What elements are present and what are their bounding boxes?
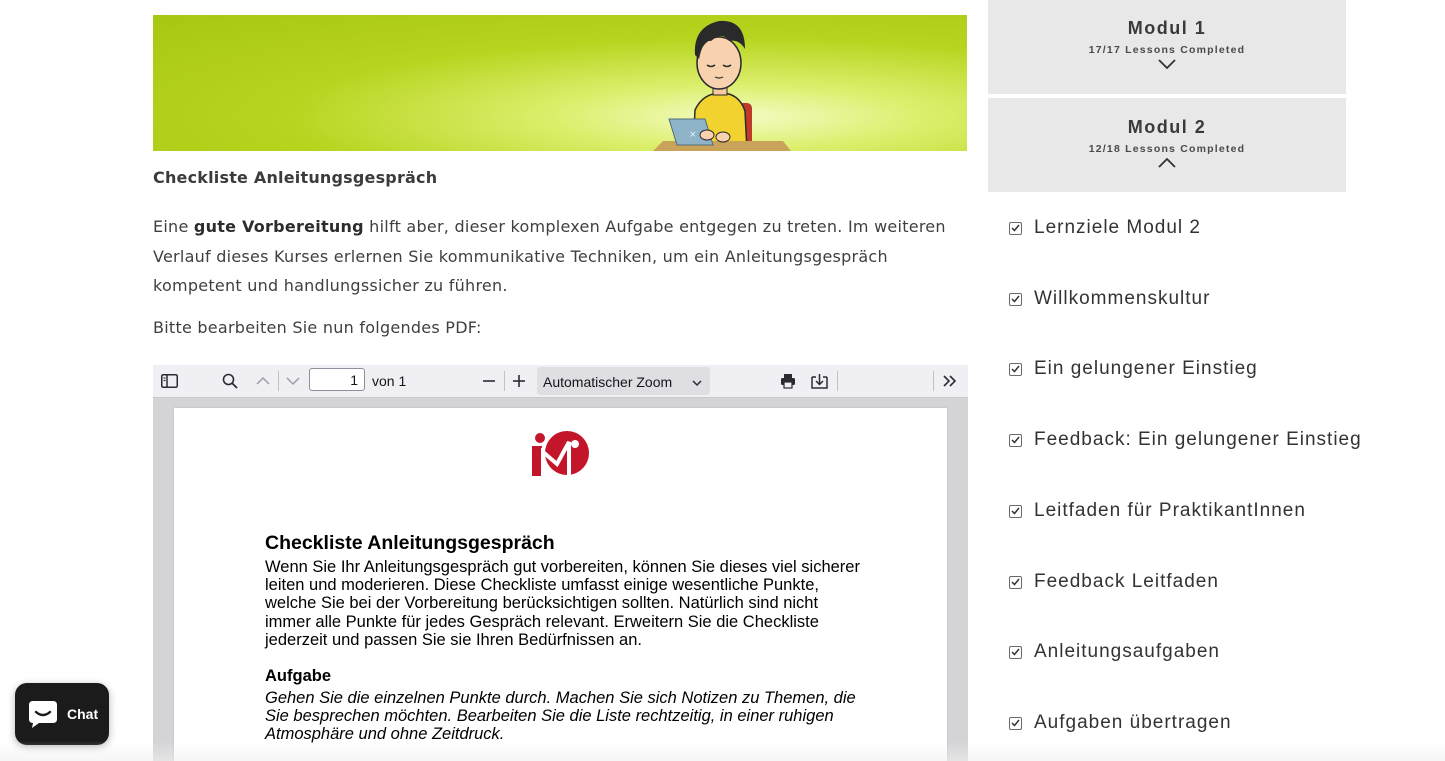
chat-bubble-icon bbox=[29, 701, 57, 728]
next-page-icon[interactable] bbox=[283, 371, 303, 391]
lesson-label: Willkommenskultur bbox=[1034, 288, 1211, 309]
checkmark-icon bbox=[1009, 221, 1022, 235]
checkmark-icon bbox=[1009, 716, 1022, 730]
lesson-item[interactable]: Feedback: Ein gelungener Einstieg bbox=[1009, 428, 1362, 452]
lesson-label: Ein gelungener Einstieg bbox=[1034, 358, 1258, 379]
lesson-label: Leitfaden für PraktikantInnen bbox=[1034, 500, 1306, 521]
module-title: Modul 2 bbox=[1127, 117, 1207, 137]
zoom-select[interactable]: Automatischer Zoom bbox=[537, 367, 710, 395]
checkmark-icon bbox=[1009, 433, 1022, 447]
lesson-label: Anleitungsaufgaben bbox=[1034, 641, 1220, 662]
lesson-item[interactable]: Willkommenskultur bbox=[1009, 287, 1210, 311]
page-total: von 1 bbox=[372, 373, 407, 389]
search-icon[interactable] bbox=[220, 371, 240, 391]
lesson-item[interactable]: Lernziele Modul 2 bbox=[1009, 216, 1201, 240]
toolbar-divider bbox=[278, 371, 279, 391]
pdf-title: Checkliste Anleitungsgespräch bbox=[265, 532, 555, 554]
module-2-panel[interactable]: Modul 2 12/18 Lessons Completed bbox=[988, 98, 1346, 192]
pdf-task-text: Gehen Sie die einzelnen Punkte durch. Ma… bbox=[265, 689, 856, 744]
module-1-panel[interactable]: Modul 1 17/17 Lessons Completed bbox=[988, 0, 1346, 94]
article-heading: Checkliste Anleitungsgespräch bbox=[153, 168, 438, 187]
lesson-label: Feedback Leitfaden bbox=[1034, 571, 1219, 592]
sidebar-toggle-icon[interactable] bbox=[159, 371, 179, 391]
pdf-toolbar: von 1 Automatischer Zoom bbox=[153, 365, 968, 398]
chevron-down-icon bbox=[692, 374, 702, 390]
chevron-up-icon[interactable] bbox=[1158, 158, 1176, 168]
pdf-intro-text: Wenn Sie Ihr Anleitungsgespräch gut vorb… bbox=[265, 558, 860, 649]
double-chevron-right-icon[interactable] bbox=[940, 371, 960, 391]
lesson-item[interactable]: Aufgaben übertragen bbox=[1009, 711, 1232, 735]
svg-text:×: × bbox=[689, 130, 697, 140]
checkmark-icon bbox=[1009, 362, 1022, 376]
pdf-viewer: von 1 Automatischer Zoom bbox=[153, 365, 968, 761]
article-paragraph: Eine gute Vorbereitung hilft aber, diese… bbox=[153, 212, 963, 301]
chat-button[interactable]: Chat bbox=[15, 683, 109, 745]
lesson-item[interactable]: Anleitungsaufgaben bbox=[1009, 640, 1220, 664]
toolbar-divider bbox=[933, 371, 934, 391]
lesson-label: Aufgaben übertragen bbox=[1034, 712, 1232, 733]
checkmark-icon bbox=[1009, 504, 1022, 518]
chat-label: Chat bbox=[67, 706, 99, 722]
toolbar-divider bbox=[837, 371, 838, 391]
save-icon[interactable] bbox=[809, 371, 829, 391]
zoom-out-icon[interactable] bbox=[479, 371, 499, 391]
module-progress: 12/18 Lessons Completed bbox=[1088, 143, 1246, 155]
lesson-item[interactable]: Feedback Leitfaden bbox=[1009, 570, 1219, 594]
lesson-label: Lernziele Modul 2 bbox=[1034, 217, 1201, 238]
pdf-page: Checkliste Anleitungsgespräch Wenn Sie I… bbox=[174, 408, 947, 761]
checkmark-icon bbox=[1009, 575, 1022, 589]
checkmark-icon bbox=[1009, 292, 1022, 306]
toolbar-divider bbox=[504, 371, 505, 391]
checkmark-icon bbox=[1009, 645, 1022, 659]
page-number-input[interactable] bbox=[309, 368, 365, 391]
pdf-task-label: Aufgabe bbox=[265, 667, 331, 685]
module-title: Modul 1 bbox=[1127, 18, 1207, 38]
pdf-instruction-text: Bitte bearbeiten Sie nun folgendes PDF: bbox=[153, 318, 482, 337]
module-progress: 17/17 Lessons Completed bbox=[1088, 44, 1246, 56]
chevron-down-icon[interactable] bbox=[1158, 59, 1176, 69]
lesson-item[interactable]: Ein gelungener Einstieg bbox=[1009, 357, 1258, 381]
lesson-label: Feedback: Ein gelungener Einstieg bbox=[1034, 429, 1362, 450]
course-banner-image: × bbox=[153, 15, 967, 151]
paragraph-start: Eine bbox=[153, 217, 194, 236]
organization-logo bbox=[529, 430, 593, 484]
student-illustration: × bbox=[653, 20, 791, 151]
zoom-in-icon[interactable] bbox=[509, 371, 529, 391]
zoom-value: Automatischer Zoom bbox=[543, 374, 673, 390]
previous-page-icon[interactable] bbox=[253, 371, 273, 391]
print-icon[interactable] bbox=[778, 371, 798, 391]
paragraph-bold-phrase: gute Vorbereitung bbox=[193, 217, 364, 236]
lesson-item[interactable]: Leitfaden für PraktikantInnen bbox=[1009, 499, 1306, 523]
